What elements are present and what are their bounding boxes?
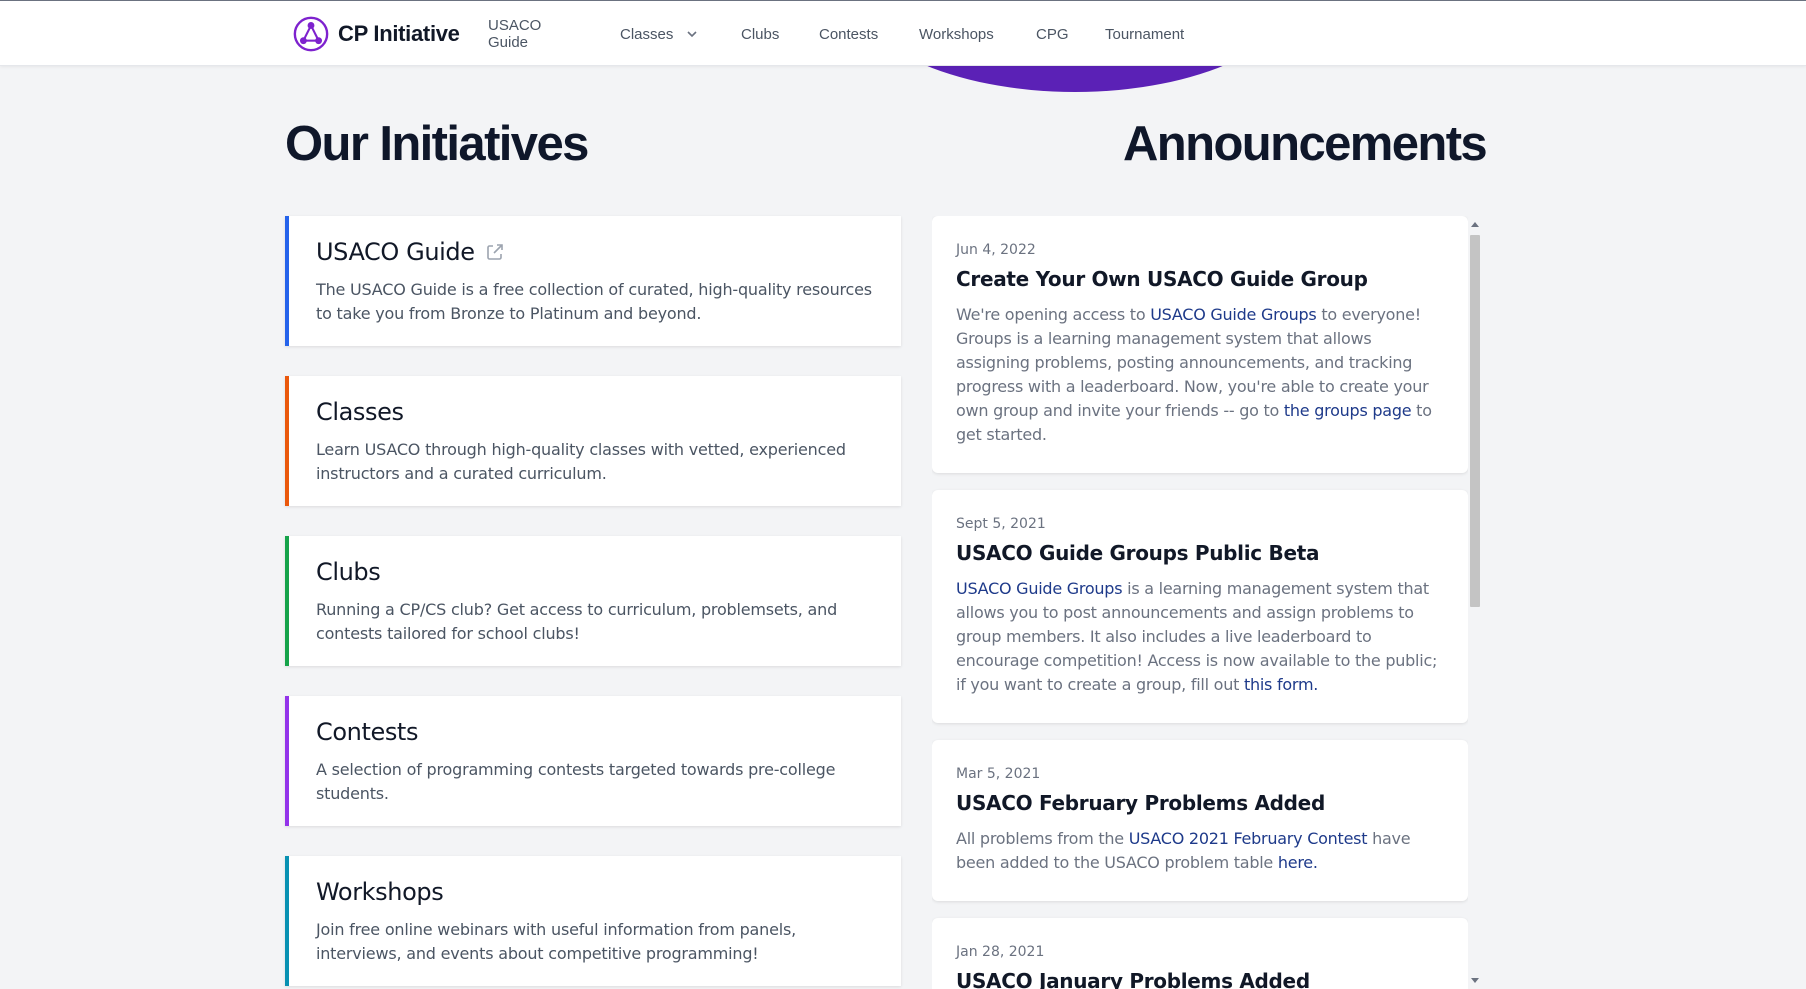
scroll-down-arrow-icon[interactable]: [1471, 978, 1479, 983]
announcement-body: All problems from the USACO 2021 Februar…: [956, 827, 1444, 875]
nav-label: Tournament: [1105, 25, 1185, 43]
nav-label: Workshops: [919, 25, 994, 43]
announcement-date: Jun 4, 2022: [956, 242, 1036, 258]
announcements-list: Jun 4, 2022 Create Your Own USACO Guide …: [932, 216, 1468, 989]
nav-clubs[interactable]: Clubs: [741, 26, 779, 43]
initiative-title: Workshops: [316, 878, 444, 906]
initiative-card-classes[interactable]: Classes Learn USACO through high-quality…: [285, 376, 901, 506]
announcement-date: Mar 5, 2021: [956, 766, 1041, 782]
top-navbar: CP Initiative USACO Guide Classes Clubs …: [0, 0, 1806, 66]
initiative-title: Classes: [316, 398, 404, 426]
announcements-heading: Announcements: [1123, 117, 1488, 171]
nav-label: CPG: [1036, 25, 1069, 43]
initiative-description: Learn USACO through high-quality classes…: [316, 440, 846, 483]
initiative-description: Running a CP/CS club? Get access to curr…: [316, 600, 838, 643]
announcement-card: Jan 28, 2021 USACO January Problems Adde…: [932, 918, 1468, 989]
announcement-title[interactable]: USACO February Problems Added: [956, 791, 1444, 815]
initiative-title: USACO Guide: [316, 238, 475, 266]
scroll-up-arrow-icon[interactable]: [1471, 222, 1479, 227]
our-initiatives-heading: Our Initiatives: [285, 117, 589, 171]
announcement-title[interactable]: USACO January Problems Added: [956, 969, 1444, 989]
initiative-title-row: Classes: [316, 398, 875, 426]
initiative-description: The USACO Guide is a free collection of …: [316, 280, 872, 323]
nav-contests[interactable]: Contests: [819, 26, 878, 43]
announcement-date: Jan 28, 2021: [956, 944, 1045, 960]
external-link-icon: [486, 244, 503, 260]
february-contest-link[interactable]: USACO 2021 February Contest: [1129, 829, 1368, 848]
nav-usaco-guide[interactable]: USACO Guide: [488, 17, 541, 51]
initiative-title-row: USACO Guide: [316, 238, 875, 266]
announcements-scrollbar[interactable]: [1468, 218, 1482, 989]
body-text: We're opening access to: [956, 305, 1151, 324]
initiative-title-row: Contests: [316, 718, 875, 746]
announcements-scroll-area[interactable]: Jun 4, 2022 Create Your Own USACO Guide …: [932, 216, 1482, 989]
usaco-guide-groups-link[interactable]: USACO Guide Groups: [1150, 305, 1317, 324]
initiative-description: A selection of programming contests targ…: [316, 760, 836, 803]
initiative-card-workshops[interactable]: Workshops Join free online webinars with…: [285, 856, 901, 986]
announcement-title[interactable]: Create Your Own USACO Guide Group: [956, 267, 1444, 291]
nav-label: USACO Guide: [488, 17, 542, 51]
announcement-title[interactable]: USACO Guide Groups Public Beta: [956, 541, 1444, 565]
brand-name: CP Initiative: [338, 21, 460, 46]
nav-label: Classes: [620, 25, 674, 43]
initiative-title-row: Workshops: [316, 878, 875, 906]
nav-tournament[interactable]: Tournament: [1105, 26, 1184, 43]
initiatives-list: USACO Guide The USACO Guide is a free co…: [285, 216, 901, 989]
nav-cpg[interactable]: CPG: [1036, 26, 1069, 43]
initiative-title-row: Clubs: [316, 558, 875, 586]
groups-page-link[interactable]: the groups page: [1284, 401, 1412, 420]
announcement-card: Jun 4, 2022 Create Your Own USACO Guide …: [932, 216, 1468, 473]
this-form-link[interactable]: this form.: [1244, 675, 1318, 694]
announcement-date: Sept 5, 2021: [956, 516, 1046, 532]
announcement-card: Sept 5, 2021 USACO Guide Groups Public B…: [932, 490, 1468, 723]
body-text: All problems from the: [956, 829, 1129, 848]
announcement-card: Mar 5, 2021 USACO February Problems Adde…: [932, 740, 1468, 901]
initiative-description: Join free online webinars with useful in…: [316, 920, 796, 963]
scrollbar-thumb[interactable]: [1470, 235, 1480, 607]
nav-label: Contests: [819, 25, 879, 43]
brand-home-link[interactable]: CP Initiative: [292, 14, 460, 54]
initiative-card-contests[interactable]: Contests A selection of programming cont…: [285, 696, 901, 826]
initiative-title: Contests: [316, 718, 419, 746]
nav-label: Clubs: [741, 25, 780, 43]
nav-classes-dropdown[interactable]: Classes: [620, 26, 699, 43]
nav-workshops[interactable]: Workshops: [919, 26, 994, 43]
chevron-down-icon: [687, 31, 697, 38]
initiative-card-clubs[interactable]: Clubs Running a CP/CS club? Get access t…: [285, 536, 901, 666]
problem-table-link[interactable]: here.: [1278, 853, 1318, 872]
initiative-card-usaco-guide[interactable]: USACO Guide The USACO Guide is a free co…: [285, 216, 901, 346]
announcement-body: USACO Guide Groups is a learning managem…: [956, 577, 1444, 697]
announcement-body: We're opening access to USACO Guide Grou…: [956, 303, 1444, 447]
cp-initiative-logo-icon: [293, 16, 329, 52]
initiative-title: Clubs: [316, 558, 381, 586]
usaco-guide-groups-link[interactable]: USACO Guide Groups: [956, 579, 1123, 598]
